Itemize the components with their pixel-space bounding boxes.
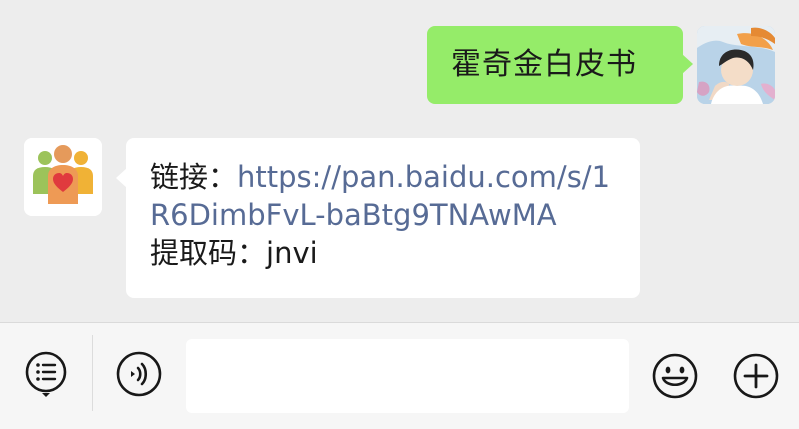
my-avatar-photo <box>697 26 775 104</box>
outgoing-message-bubble[interactable]: 霍奇金白皮书 <box>427 26 693 104</box>
outgoing-message-text: 霍奇金白皮书 <box>451 47 637 82</box>
extraction-code-line: 提取码：jnvi <box>150 234 620 272</box>
incoming-message-bubble[interactable]: 链接：https://pan.baidu.com/s/1 R6DimbFvL-b… <box>116 138 640 298</box>
voice-icon[interactable] <box>114 349 164 399</box>
chat-area: 霍奇金白皮书 链接：https://pan.baidu.com/s/1 R6Di… <box>0 0 799 322</box>
code-label: 提取码： <box>150 236 267 270</box>
code-value: jnvi <box>266 236 318 270</box>
emoji-icon[interactable] <box>650 351 700 401</box>
link-label: 链接： <box>150 160 238 194</box>
my-avatar[interactable] <box>697 26 775 104</box>
share-link-part-2[interactable]: R6DimbFvL-baBtg9TNAwMA <box>150 196 620 234</box>
toolbar-divider <box>92 335 93 411</box>
list-menu-icon[interactable] <box>22 349 72 399</box>
link-line-1: 链接：https://pan.baidu.com/s/1 <box>150 158 620 196</box>
contact-avatar[interactable] <box>24 138 102 216</box>
message-input[interactable] <box>186 339 629 413</box>
share-link-part-1[interactable]: https://pan.baidu.com/s/1 <box>237 160 610 194</box>
plus-icon[interactable] <box>731 351 781 401</box>
family-heart-icon <box>24 138 102 216</box>
